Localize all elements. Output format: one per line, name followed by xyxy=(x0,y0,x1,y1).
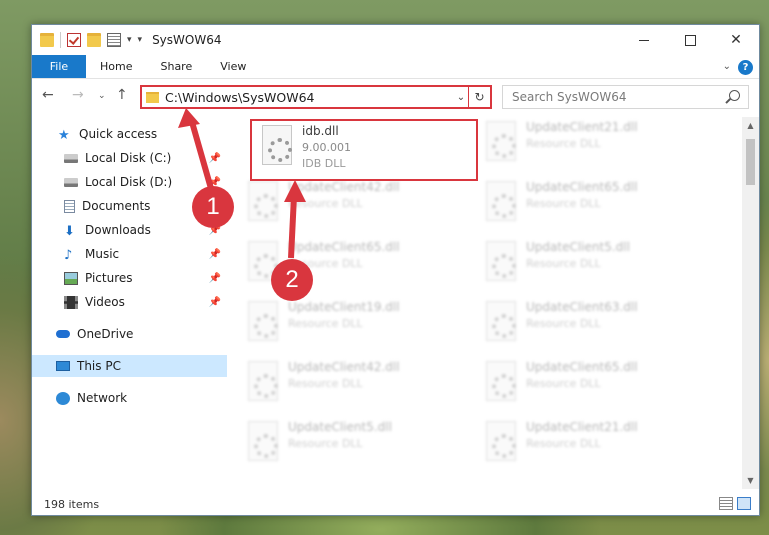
nav-item-music[interactable]: ♪ Music 📌 xyxy=(32,243,227,265)
minimize-button[interactable] xyxy=(621,25,667,55)
nav-item-local-disk-d[interactable]: Local Disk (D:) 📌 xyxy=(32,171,227,193)
address-path[interactable]: C:\Windows\SysWOW64 xyxy=(165,90,454,105)
tab-home[interactable]: Home xyxy=(86,55,146,78)
pictures-icon xyxy=(64,271,78,285)
new-folder-icon[interactable] xyxy=(87,33,101,47)
recent-locations-icon[interactable]: ⌄ xyxy=(98,91,106,101)
nav-item-label: Pictures xyxy=(85,271,133,285)
search-icon[interactable] xyxy=(729,90,740,101)
tab-file[interactable]: File xyxy=(32,55,86,78)
nav-item-local-disk-c[interactable]: Local Disk (C:) 📌 xyxy=(32,147,227,169)
scrollbar-thumb[interactable] xyxy=(746,139,755,185)
nav-item-label: This PC xyxy=(77,359,121,373)
customize-toolbar-icon[interactable]: ▾ xyxy=(138,35,143,45)
star-icon: ★ xyxy=(58,127,70,143)
address-row: ← → ⌄ ↑ C:\Windows\SysWOW64 ⌄ ↻ Search S… xyxy=(32,81,759,113)
address-dropdown-icon[interactable]: ⌄ xyxy=(454,92,468,103)
download-icon: ⬇ xyxy=(64,223,75,239)
window-title: SysWOW64 xyxy=(152,33,222,47)
pin-icon[interactable]: 📌 xyxy=(209,153,221,164)
title-bar: ▾ ▾ SysWOW64 ✕ xyxy=(32,25,759,55)
pin-icon[interactable]: 📌 xyxy=(209,273,221,284)
scroll-down-icon[interactable]: ▼ xyxy=(742,472,759,489)
chevron-down-icon[interactable]: ▾ xyxy=(127,35,132,45)
music-icon: ♪ xyxy=(64,247,73,263)
nav-item-label: Music xyxy=(85,247,120,261)
close-button[interactable]: ✕ xyxy=(713,25,759,55)
folder-icon xyxy=(146,91,159,103)
properties-icon[interactable] xyxy=(107,33,121,47)
nav-item-label: Local Disk (C:) xyxy=(85,151,172,165)
step-1-badge: 1 xyxy=(192,186,234,228)
network-icon xyxy=(56,391,70,405)
maximize-button[interactable] xyxy=(667,25,713,55)
search-input[interactable]: Search SysWOW64 xyxy=(502,85,749,109)
details-view-icon[interactable] xyxy=(719,497,733,510)
navigation-pane: ★ Quick access Local Disk (C:) 📌 Local D… xyxy=(32,117,227,489)
videos-icon xyxy=(64,295,78,309)
scroll-up-icon[interactable]: ▲ xyxy=(742,117,759,134)
quick-access-toolbar: ▾ ▾ xyxy=(32,32,142,48)
highlight-frame xyxy=(250,119,478,181)
nav-item-network[interactable]: Network xyxy=(32,387,227,409)
refresh-icon[interactable]: ↻ xyxy=(468,87,490,107)
status-bar: 198 items xyxy=(32,493,759,515)
drive-icon xyxy=(64,177,78,187)
pin-icon[interactable]: 📌 xyxy=(209,297,221,308)
computer-icon xyxy=(56,361,70,371)
up-arrow-icon[interactable]: ↑ xyxy=(116,87,128,103)
nav-item-this-pc[interactable]: This PC xyxy=(32,355,227,377)
nav-item-label: Downloads xyxy=(85,223,151,237)
properties-check-icon[interactable] xyxy=(67,33,81,47)
nav-item-videos[interactable]: Videos 📌 xyxy=(32,291,227,313)
expand-ribbon-icon[interactable]: ⌄ xyxy=(723,61,731,72)
documents-icon xyxy=(64,199,75,213)
vertical-scrollbar[interactable]: ▲ ▼ xyxy=(742,117,759,489)
nav-item-label: Quick access xyxy=(79,127,158,141)
nav-item-onedrive[interactable]: OneDrive xyxy=(32,323,227,345)
nav-item-pictures[interactable]: Pictures 📌 xyxy=(32,267,227,289)
forward-arrow-icon[interactable]: → xyxy=(72,87,84,103)
file-explorer-window: ▾ ▾ SysWOW64 ✕ File Home Share View ⌄ ? … xyxy=(31,24,760,516)
nav-item-label: Videos xyxy=(85,295,125,309)
nav-item-label: Documents xyxy=(82,199,151,213)
help-icon[interactable]: ? xyxy=(738,60,753,75)
address-bar[interactable]: C:\Windows\SysWOW64 ⌄ ↻ xyxy=(140,85,492,109)
nav-item-label: OneDrive xyxy=(77,327,134,341)
folder-icon xyxy=(40,33,54,47)
view-switcher xyxy=(719,497,751,510)
nav-item-quick-access[interactable]: ★ Quick access xyxy=(32,123,227,145)
search-placeholder: Search SysWOW64 xyxy=(512,90,627,104)
cloud-icon xyxy=(56,330,70,338)
item-count: 198 items xyxy=(44,497,100,511)
tab-share[interactable]: Share xyxy=(146,55,206,78)
nav-item-label: Local Disk (D:) xyxy=(85,175,173,189)
window-controls: ✕ xyxy=(621,25,759,55)
drive-icon xyxy=(64,153,78,163)
tab-view[interactable]: View xyxy=(206,55,260,78)
ribbon-tabs: File Home Share View ⌄ ? xyxy=(32,55,759,79)
nav-item-label: Network xyxy=(77,391,128,405)
pin-icon[interactable]: 📌 xyxy=(209,249,221,260)
back-arrow-icon[interactable]: ← xyxy=(42,87,54,103)
toolbar-divider xyxy=(60,32,61,48)
tiles-view-icon[interactable] xyxy=(737,497,751,510)
step-2-badge: 2 xyxy=(271,259,313,301)
